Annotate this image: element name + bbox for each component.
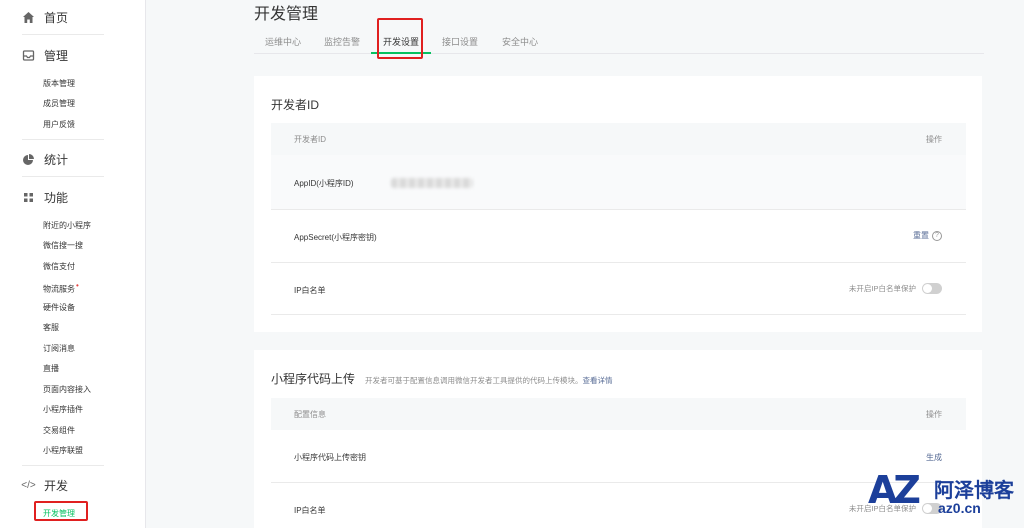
sidebar: 首页 管理 版本管理 成员管理 用户反馈 统计 功能 附近的小程序 微信搜一搜 … — [0, 0, 146, 528]
nav-home-label: 首页 — [44, 11, 69, 25]
card-title: 开发者ID — [271, 98, 320, 112]
sidebar-item-logistics-label: 物流服务 — [43, 284, 75, 294]
sidebar-item-nearby[interactable]: 附近的小程序 — [43, 220, 91, 231]
nav-home[interactable]: 首页 — [22, 9, 68, 26]
code-icon: </> — [21, 480, 36, 491]
table-row-appid: AppID(小程序ID) — [271, 155, 966, 210]
sidebar-item-content[interactable]: 页面内容接入 — [43, 384, 91, 395]
divider — [22, 176, 104, 177]
new-dot-icon: • — [76, 281, 79, 290]
page-title: 开发管理 — [254, 6, 319, 23]
tab-bar: 运维中心 监控告警 开发设置 接口设置 安全中心 — [254, 24, 984, 54]
sidebar-item-members[interactable]: 成员管理 — [43, 98, 75, 109]
reset-secret: 重置 ? — [913, 230, 942, 241]
help-icon[interactable]: ? — [932, 230, 942, 241]
details-link[interactable]: 查看详情 — [583, 376, 613, 385]
table-header: 开发者ID 操作 — [271, 123, 966, 155]
divider — [22, 34, 104, 35]
watermark-logo: AZ — [868, 468, 921, 512]
table-row-whitelist: IP白名单 未开启IP白名单保护 — [271, 483, 966, 528]
nav-manage[interactable]: 管理 — [22, 47, 68, 64]
sidebar-item-hardware[interactable]: 硬件设备 — [43, 302, 75, 313]
col-header-id: 开发者ID — [294, 135, 326, 144]
nav-dev-label: 开发 — [44, 479, 69, 493]
sidebar-item-service[interactable]: 客服 — [43, 322, 59, 333]
tab-monitor[interactable]: 监控告警 — [324, 35, 360, 48]
inbox-icon — [22, 49, 35, 62]
nav-features-label: 功能 — [44, 191, 69, 205]
grid-icon — [22, 191, 35, 204]
highlight-box — [377, 18, 423, 59]
nav-features[interactable]: 功能 — [22, 189, 68, 206]
tab-api-settings[interactable]: 接口设置 — [442, 35, 478, 48]
row-label: 小程序代码上传密钥 — [294, 453, 366, 462]
row-label: AppID(小程序ID) — [294, 179, 354, 188]
sidebar-item-trade[interactable]: 交易组件 — [43, 425, 75, 436]
table-row-whitelist: IP白名单 未开启IP白名单保护 — [271, 263, 966, 315]
divider — [22, 465, 104, 466]
pie-chart-icon — [22, 153, 35, 166]
watermark-url: az0.cn — [938, 500, 981, 516]
col-header-config: 配置信息 — [294, 410, 326, 419]
whitelist-toggle[interactable] — [922, 283, 942, 294]
row-label: IP白名单 — [294, 286, 326, 295]
tab-ops[interactable]: 运维中心 — [265, 35, 301, 48]
table-header: 配置信息 操作 — [271, 398, 966, 430]
sidebar-item-feedback[interactable]: 用户反馈 — [43, 119, 75, 130]
table-row-secret: AppSecret(小程序密钥) 重置 ? — [271, 210, 966, 263]
appid-value-blurred — [391, 178, 473, 188]
nav-manage-label: 管理 — [44, 49, 69, 63]
sidebar-item-search[interactable]: 微信搜一搜 — [43, 240, 83, 251]
sidebar-item-logistics[interactable]: 物流服务• — [43, 281, 79, 295]
col-header-action: 操作 — [926, 135, 942, 144]
sidebar-item-version[interactable]: 版本管理 — [43, 78, 75, 89]
nav-stats-label: 统计 — [44, 153, 69, 167]
watermark-name: 阿泽博客 — [934, 480, 1014, 502]
nav-stats[interactable]: 统计 — [22, 151, 68, 168]
watermark: AZ 阿泽博客 az0.cn — [868, 468, 1018, 524]
sidebar-item-pay[interactable]: 微信支付 — [43, 261, 75, 272]
developer-id-card: 开发者ID 开发者ID 操作 AppID(小程序ID) AppSecret(小程… — [254, 76, 982, 332]
whitelist-status: 未开启IP白名单保护 — [848, 284, 916, 293]
row-label: IP白名单 — [294, 506, 326, 515]
sidebar-item-plugin[interactable]: 小程序插件 — [43, 404, 83, 415]
table-row-upload-key: 小程序代码上传密钥 生成 — [271, 430, 966, 483]
home-icon — [22, 11, 35, 24]
whitelist-toggle-group: 未开启IP白名单保护 — [849, 283, 942, 294]
generate-link[interactable]: 生成 — [926, 452, 942, 463]
tab-security[interactable]: 安全中心 — [502, 35, 538, 48]
sidebar-item-union[interactable]: 小程序联盟 — [43, 445, 83, 456]
row-label: AppSecret(小程序密钥) — [294, 233, 377, 242]
reset-link[interactable]: 重置 — [913, 230, 929, 241]
card-title: 小程序代码上传 开发者可基于配置信息调用微信开发者工具提供的代码上传模块。查看详情 — [271, 370, 613, 387]
sidebar-item-live[interactable]: 直播 — [43, 363, 59, 374]
card-desc: 开发者可基于配置信息调用微信开发者工具提供的代码上传模块。 — [365, 376, 583, 385]
col-header-action: 操作 — [926, 410, 942, 419]
highlight-box — [34, 501, 88, 521]
sidebar-item-subscribe[interactable]: 订阅消息 — [43, 343, 75, 354]
nav-dev[interactable]: </> 开发 — [21, 477, 69, 494]
divider — [22, 139, 104, 140]
card-title-text: 小程序代码上传 — [271, 372, 356, 386]
